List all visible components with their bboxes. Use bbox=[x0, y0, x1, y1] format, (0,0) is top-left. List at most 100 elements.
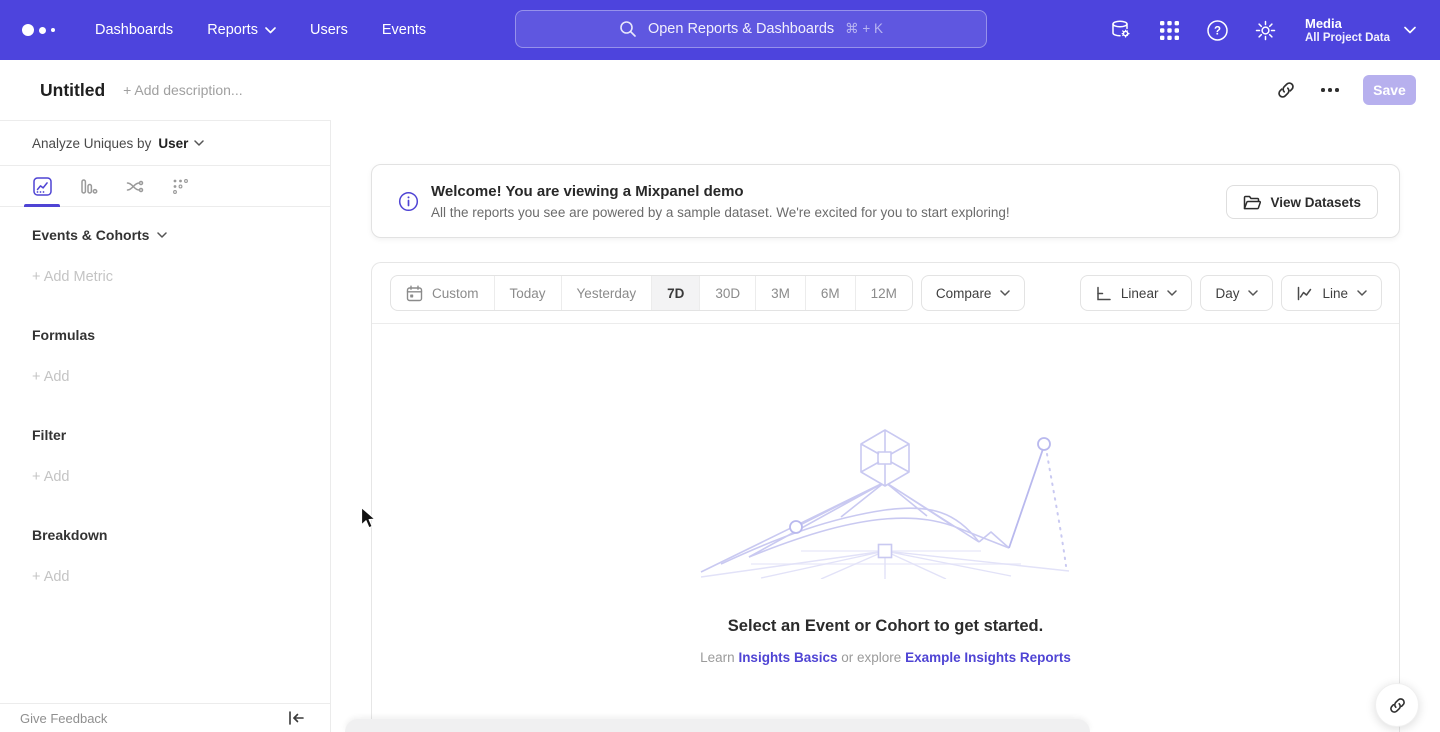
project-scope: All Project Data bbox=[1305, 31, 1390, 45]
more-options-icon[interactable] bbox=[1319, 79, 1341, 101]
data-management-icon[interactable] bbox=[1109, 18, 1133, 42]
section-title[interactable]: Events & Cohorts bbox=[32, 227, 330, 243]
nav-label: Users bbox=[310, 22, 348, 38]
query-sidebar: Analyze Uniques by User bbox=[0, 120, 331, 732]
empty-state-text: Learn bbox=[700, 650, 735, 665]
bottom-tray-card[interactable] bbox=[345, 719, 1090, 732]
report-title[interactable]: Untitled bbox=[40, 80, 105, 101]
nav-item-events[interactable]: Events bbox=[365, 0, 443, 60]
scale-dropdown[interactable]: Linear bbox=[1080, 275, 1193, 311]
section-formulas: Formulas + Add bbox=[32, 327, 330, 385]
search-shortcut: ⌘ + K bbox=[845, 21, 883, 37]
axis-scale-icon bbox=[1095, 285, 1112, 302]
report-header: Untitled + Add description... Save bbox=[0, 60, 1440, 120]
add-filter-button[interactable]: + Add bbox=[32, 469, 330, 485]
info-icon bbox=[398, 191, 419, 212]
date-range-12m[interactable]: 12M bbox=[856, 276, 912, 310]
add-formula-button[interactable]: + Add bbox=[32, 369, 330, 385]
date-range-30d[interactable]: 30D bbox=[700, 276, 756, 310]
chevron-down-icon bbox=[1000, 290, 1010, 297]
section-title: Breakdown bbox=[32, 527, 330, 543]
copy-link-icon[interactable] bbox=[1275, 79, 1297, 101]
demo-welcome-banner: Welcome! You are viewing a Mixpanel demo… bbox=[371, 164, 1400, 238]
date-range-label: 7D bbox=[667, 286, 684, 301]
banner-subtitle: All the reports you see are powered by a… bbox=[431, 205, 1010, 220]
nav-links: Dashboards Reports Users Events bbox=[78, 0, 443, 60]
nav-item-reports[interactable]: Reports bbox=[190, 0, 293, 60]
save-button[interactable]: Save bbox=[1363, 75, 1416, 105]
analyze-row: Analyze Uniques by User bbox=[0, 121, 330, 166]
visualization-tabs bbox=[0, 166, 330, 207]
example-insights-reports-link[interactable]: Example Insights Reports bbox=[905, 650, 1071, 665]
settings-gear-icon[interactable] bbox=[1253, 18, 1277, 42]
search-placeholder: Open Reports & Dashboards bbox=[648, 21, 834, 37]
view-datasets-button[interactable]: View Datasets bbox=[1226, 185, 1378, 219]
insights-chart-card: Custom Today Yesterday 7D 30D 3M 6M 12M … bbox=[371, 262, 1400, 732]
chain-link-icon bbox=[1388, 696, 1407, 715]
top-nav: Dashboards Reports Users Events Open Rep… bbox=[0, 0, 1440, 60]
chevron-down-icon bbox=[1248, 290, 1258, 297]
retention-icon bbox=[171, 177, 190, 196]
compare-label: Compare bbox=[936, 286, 992, 301]
chart-display-controls: Linear Day Line bbox=[1080, 275, 1382, 311]
collapse-sidebar-icon[interactable] bbox=[288, 711, 304, 725]
section-title-text: Formulas bbox=[32, 327, 95, 343]
logo-dot bbox=[22, 24, 34, 36]
chart-controls-row: Custom Today Yesterday 7D 30D 3M 6M 12M … bbox=[372, 263, 1399, 324]
section-title-text: Events & Cohorts bbox=[32, 227, 149, 243]
add-breakdown-button[interactable]: + Add bbox=[32, 569, 330, 585]
tab-bar-chart[interactable] bbox=[65, 166, 111, 207]
floating-copy-link-button[interactable] bbox=[1375, 683, 1419, 727]
insights-chart-icon bbox=[33, 177, 52, 196]
logo-dot bbox=[51, 28, 55, 32]
insights-basics-link[interactable]: Insights Basics bbox=[738, 650, 837, 665]
apps-grid-icon[interactable] bbox=[1157, 18, 1181, 42]
section-title: Filter bbox=[32, 427, 330, 443]
nav-item-users[interactable]: Users bbox=[293, 0, 365, 60]
line-chart-icon bbox=[1296, 285, 1313, 302]
banner-texts: Welcome! You are viewing a Mixpanel demo… bbox=[431, 183, 1010, 220]
chevron-down-icon bbox=[157, 232, 167, 239]
interval-dropdown[interactable]: Day bbox=[1200, 275, 1273, 311]
section-filter: Filter + Add bbox=[32, 427, 330, 485]
global-search-input[interactable]: Open Reports & Dashboards ⌘ + K bbox=[515, 10, 987, 48]
date-range-3m[interactable]: 3M bbox=[756, 276, 806, 310]
bar-chart-icon bbox=[79, 177, 98, 196]
date-range-custom[interactable]: Custom bbox=[391, 276, 495, 310]
folder-icon bbox=[1243, 195, 1261, 210]
tab-insights-line[interactable] bbox=[19, 166, 65, 207]
report-description-input[interactable]: + Add description... bbox=[123, 82, 242, 98]
section-title-text: Breakdown bbox=[32, 527, 107, 543]
add-metric-button[interactable]: + Add Metric bbox=[32, 269, 330, 285]
analyze-by-dropdown[interactable]: User bbox=[158, 136, 204, 151]
scale-label: Linear bbox=[1121, 286, 1159, 301]
view-datasets-label: View Datasets bbox=[1270, 195, 1361, 210]
banner-title: Welcome! You are viewing a Mixpanel demo bbox=[431, 183, 1010, 200]
chart-type-label: Line bbox=[1322, 286, 1348, 301]
analyze-label: Analyze Uniques by bbox=[32, 136, 151, 151]
date-range-6m[interactable]: 6M bbox=[806, 276, 856, 310]
tab-retention[interactable] bbox=[157, 166, 203, 207]
mixpanel-logo[interactable] bbox=[22, 24, 62, 36]
compare-button[interactable]: Compare bbox=[921, 275, 1026, 311]
date-range-yesterday[interactable]: Yesterday bbox=[562, 276, 653, 310]
date-range-label: 3M bbox=[771, 286, 790, 301]
header-actions: Save bbox=[1275, 75, 1416, 105]
chart-type-dropdown[interactable]: Line bbox=[1281, 275, 1382, 311]
calendar-icon bbox=[406, 285, 423, 302]
query-builder: Events & Cohorts + Add Metric Formulas +… bbox=[0, 207, 330, 585]
chevron-down-icon bbox=[194, 140, 204, 147]
chevron-down-icon bbox=[1357, 290, 1367, 297]
date-range-label: 6M bbox=[821, 286, 840, 301]
date-range-7d[interactable]: 7D bbox=[652, 276, 700, 310]
project-selector[interactable]: Media All Project Data bbox=[1305, 16, 1416, 45]
date-range-today[interactable]: Today bbox=[495, 276, 562, 310]
tab-flows[interactable] bbox=[111, 166, 157, 207]
nav-item-dashboards[interactable]: Dashboards bbox=[78, 0, 190, 60]
help-icon[interactable]: ? bbox=[1205, 18, 1229, 42]
flows-icon bbox=[125, 177, 144, 196]
section-title: Formulas bbox=[32, 327, 330, 343]
give-feedback-link[interactable]: Give Feedback bbox=[20, 711, 107, 726]
sidebar-footer: Give Feedback bbox=[0, 703, 330, 732]
topnav-right: ? Media All Project Data bbox=[1109, 0, 1416, 60]
